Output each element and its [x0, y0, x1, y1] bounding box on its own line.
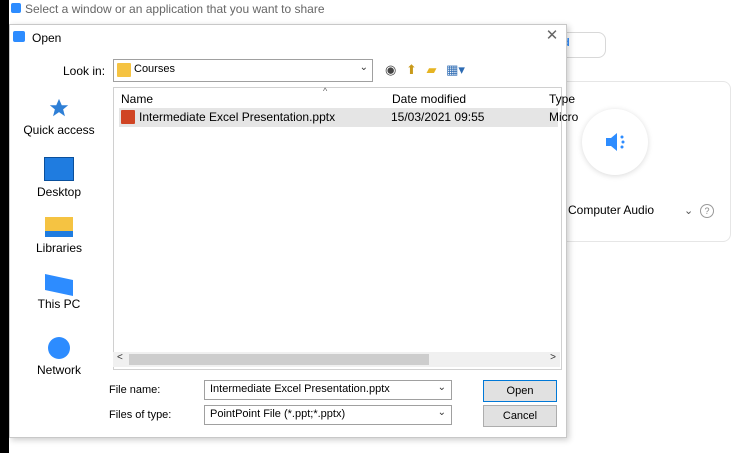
- file-row[interactable]: Intermediate Excel Presentation.pptx 15/…: [119, 108, 578, 127]
- files-of-type-label: Files of type:: [109, 409, 172, 421]
- column-header-name[interactable]: Name: [121, 92, 153, 106]
- sidebar-label: This PC: [37, 297, 81, 311]
- file-name-label: File name:: [109, 384, 161, 396]
- column-header-date[interactable]: Date modified: [392, 92, 466, 106]
- cancel-button[interactable]: Cancel: [483, 405, 557, 427]
- file-name-value: Intermediate Excel Presentation.pptx: [210, 383, 390, 395]
- share-prompt-text: Select a window or an application that y…: [25, 2, 325, 16]
- file-type: Micro: [549, 110, 579, 124]
- chevron-down-icon: ⌄: [437, 382, 446, 393]
- share-prompt-bar: Select a window or an application that y…: [9, 0, 339, 24]
- network-icon: [48, 337, 70, 359]
- sidebar-label: Quick access: [23, 123, 95, 137]
- zoom-icon: [11, 3, 21, 13]
- look-in-dropdown[interactable]: Courses ⌄: [113, 59, 373, 82]
- files-of-type-select[interactable]: PointPoint File (*.ppt;*.pptx) ⌄: [204, 405, 452, 425]
- sidebar-item-quick-access[interactable]: Quick access: [10, 97, 108, 137]
- file-name: Intermediate Excel Presentation.pptx: [139, 110, 336, 124]
- look-in-label: Look in:: [63, 64, 106, 78]
- folder-icon: [117, 63, 131, 77]
- help-icon[interactable]: ?: [700, 204, 714, 218]
- sidebar-label: Desktop: [36, 185, 82, 199]
- speaker-icon: [606, 133, 625, 151]
- chevron-down-icon: ⌄: [437, 407, 446, 418]
- sidebar-item-desktop[interactable]: Desktop: [10, 157, 108, 199]
- scroll-right-icon[interactable]: >: [550, 352, 556, 363]
- sidebar-label: Libraries: [35, 241, 83, 255]
- scroll-left-icon[interactable]: <: [117, 352, 123, 363]
- computer-audio-label: Computer Audio: [568, 203, 655, 217]
- app-icon: [13, 31, 25, 42]
- close-button[interactable]: ✕: [544, 28, 560, 44]
- column-header-type[interactable]: Type: [549, 92, 575, 106]
- file-date: 15/03/2021 09:55: [391, 110, 485, 124]
- powerpoint-file-icon: [121, 110, 135, 124]
- dialog-title: Open: [32, 31, 62, 45]
- libraries-icon: [45, 217, 73, 237]
- sidebar-item-libraries[interactable]: Libraries: [10, 217, 108, 255]
- open-button[interactable]: Open: [483, 380, 557, 402]
- sidebar-item-network[interactable]: Network: [10, 337, 108, 377]
- star-icon: [49, 98, 69, 117]
- sidebar-item-this-pc[interactable]: This PC: [10, 274, 108, 311]
- file-list[interactable]: Name ^ Date modified Type Intermediate E…: [113, 86, 578, 370]
- scrollbar-thumb[interactable]: [129, 354, 429, 365]
- desktop-icon: [44, 157, 74, 181]
- view-menu-icon[interactable]: ▦▾: [446, 62, 465, 78]
- dialog-toolbar: ◉ ⬆ ▰ ▦▾: [385, 62, 471, 78]
- zoom-share-window: Select a window or an application that y…: [9, 0, 739, 453]
- computer-icon: [45, 274, 73, 296]
- sidebar-label: Network: [36, 363, 81, 377]
- sort-ascending-icon: ^: [323, 86, 328, 96]
- files-of-type-value: PointPoint File (*.ppt;*.pptx): [210, 408, 346, 420]
- up-folder-icon[interactable]: ⬆: [406, 62, 417, 78]
- file-name-input[interactable]: Intermediate Excel Presentation.pptx ⌄: [204, 380, 452, 400]
- back-icon[interactable]: ◉: [385, 62, 396, 78]
- horizontal-scrollbar[interactable]: < >: [113, 352, 560, 367]
- computer-audio-tile[interactable]: [582, 109, 648, 175]
- look-in-value: Courses: [134, 63, 175, 75]
- new-folder-icon[interactable]: ▰: [427, 62, 437, 78]
- chevron-down-icon[interactable]: ⌄: [684, 204, 693, 217]
- chevron-down-icon: ⌄: [359, 62, 368, 73]
- open-file-dialog: Open ✕ Look in: Courses ⌄ ◉ ⬆ ▰ ▦▾ Quick…: [9, 24, 578, 438]
